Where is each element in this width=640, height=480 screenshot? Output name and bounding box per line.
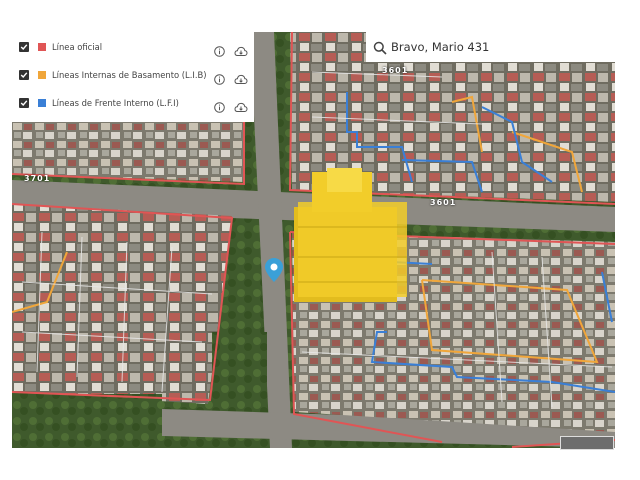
layers-panel: Línea oficial Líneas Internas de Basamen… xyxy=(12,32,254,122)
search-icon[interactable] xyxy=(373,40,387,59)
minimap[interactable] xyxy=(560,436,614,450)
street-label: 3601 xyxy=(430,198,457,207)
layer-color-swatch xyxy=(38,43,46,51)
layer-color-swatch xyxy=(38,71,46,79)
info-icon[interactable] xyxy=(214,42,225,57)
info-icon[interactable] xyxy=(214,98,225,113)
layer-checkbox[interactable] xyxy=(19,98,29,108)
search-box[interactable]: Bravo, Mario 431 xyxy=(366,32,616,62)
layer-linea-oficial[interactable]: Línea oficial xyxy=(12,35,254,59)
street-label: 3601 xyxy=(382,66,409,75)
layer-lib[interactable]: Líneas Internas de Basamento (L.I.B) xyxy=(12,63,254,87)
info-icon[interactable] xyxy=(214,70,225,85)
search-input[interactable]: Bravo, Mario 431 xyxy=(391,40,489,54)
layer-color-swatch xyxy=(38,99,46,107)
layer-checkbox[interactable] xyxy=(19,42,29,52)
layer-label: Líneas de Frente Interno (L.F.I) xyxy=(52,98,179,108)
layer-checkbox[interactable] xyxy=(19,70,29,80)
location-pin-icon[interactable] xyxy=(265,258,283,286)
cloud-download-icon[interactable] xyxy=(234,42,248,56)
cloud-download-icon[interactable] xyxy=(234,70,248,84)
cloud-download-icon[interactable] xyxy=(234,98,248,112)
layer-label: Líneas Internas de Basamento (L.I.B) xyxy=(52,70,207,80)
layer-lfi[interactable]: Líneas de Frente Interno (L.F.I) xyxy=(12,91,254,115)
layer-label: Línea oficial xyxy=(52,42,103,52)
street-label: 3701 xyxy=(24,174,51,183)
